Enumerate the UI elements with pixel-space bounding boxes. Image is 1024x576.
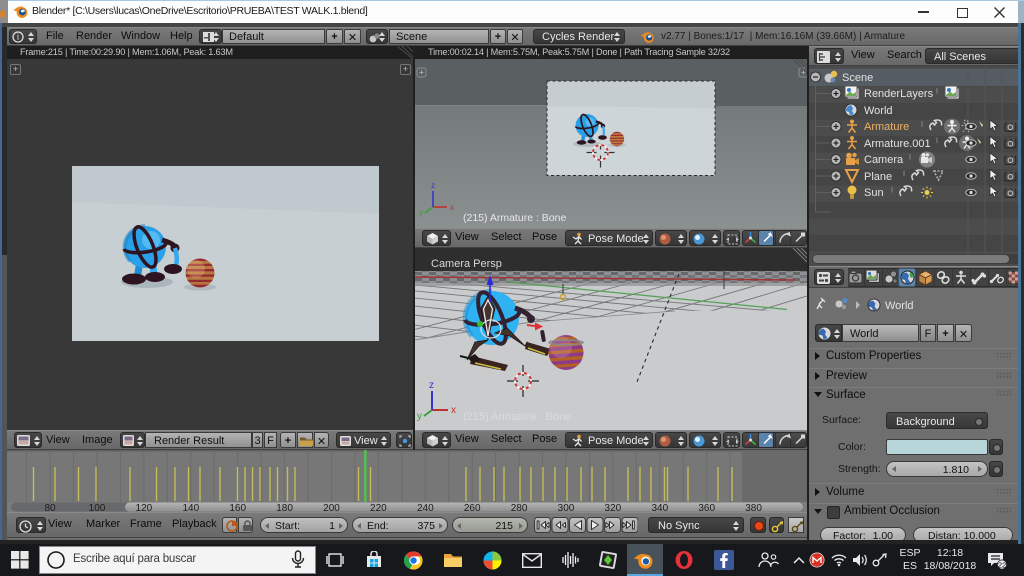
svg-text:RenderLayers: RenderLayers [864,88,934,100]
svg-text:140: 140 [182,503,199,512]
svg-text:320: 320 [605,503,622,512]
svg-text:i: i [17,32,19,42]
svg-text:Plane: Plane [864,171,892,183]
svg-text:x: x [450,203,454,212]
svg-text:160: 160 [229,503,246,512]
svg-text:120: 120 [136,503,153,512]
svg-text:z: z [429,380,434,391]
svg-text:(215) Armature : Bone: (215) Armature : Bone [463,212,566,224]
svg-text:Armature.001: Armature.001 [864,138,931,150]
svg-text:(215) Armature : Bone: (215) Armature : Bone [463,411,571,423]
svg-text:z: z [431,181,435,190]
svg-text:380: 380 [745,503,762,512]
svg-text:Armature: Armature [864,121,909,133]
svg-text:360: 360 [698,503,715,512]
svg-text:+: + [419,68,424,78]
svg-text:y: y [417,411,422,422]
svg-text:280: 280 [511,503,528,512]
svg-text:y: y [419,208,423,217]
svg-text:220: 220 [370,503,387,512]
svg-text:260: 260 [464,503,481,512]
svg-text:300: 300 [558,503,575,512]
svg-text:200: 200 [323,503,340,512]
svg-text:x: x [451,405,456,416]
svg-text:180: 180 [276,503,293,512]
svg-text:World: World [864,105,893,117]
svg-text:80: 80 [44,503,56,512]
svg-text:22: 22 [998,560,1006,569]
svg-text:World: World [885,300,914,312]
svg-text:340: 340 [651,503,668,512]
svg-text:100: 100 [89,503,106,512]
svg-text:Camera Persp: Camera Persp [431,258,502,270]
svg-text:240: 240 [417,503,434,512]
svg-text:Scene: Scene [842,72,873,84]
svg-text:Camera: Camera [864,154,904,166]
svg-text:Sun: Sun [864,187,884,199]
